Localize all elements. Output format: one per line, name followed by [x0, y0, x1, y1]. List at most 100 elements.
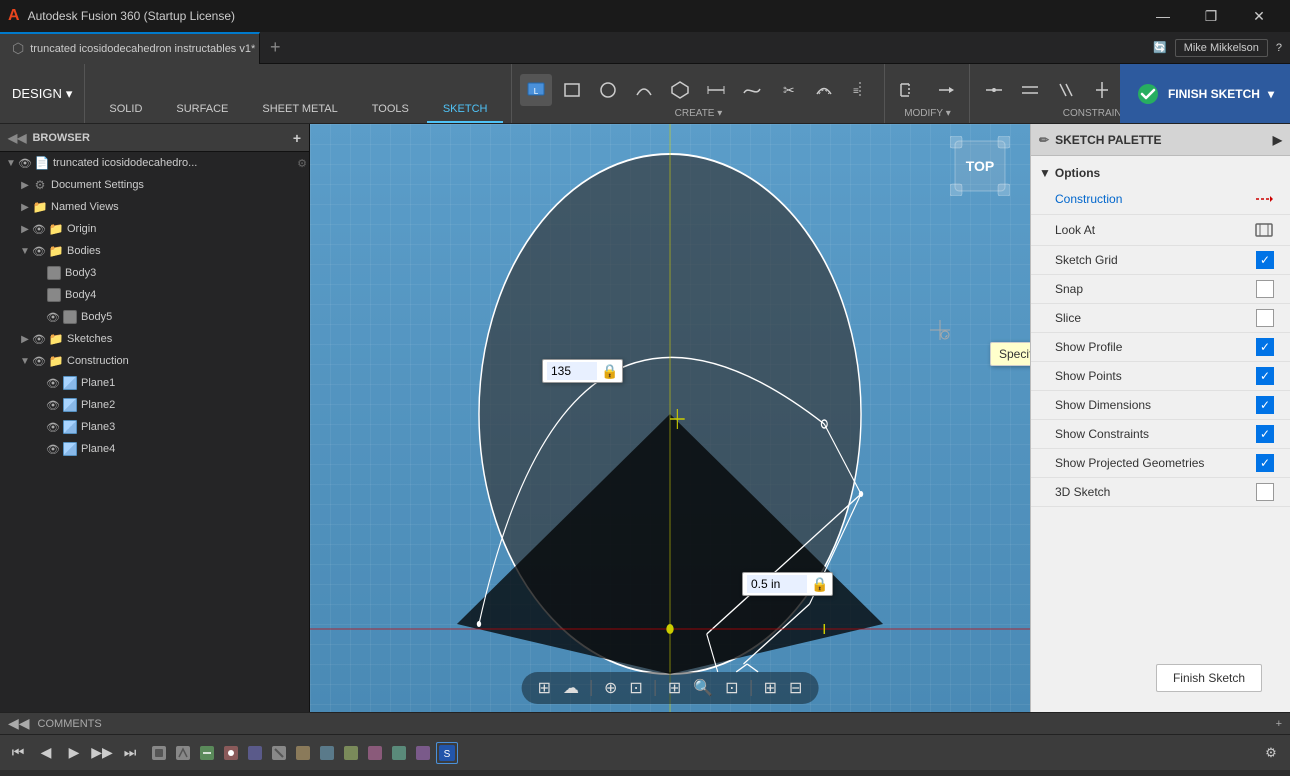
coincident-constraint[interactable] [978, 74, 1010, 106]
timeline-play[interactable]: ▶ [64, 743, 84, 763]
show-profile-checkbox[interactable]: ✓ [1256, 338, 1274, 356]
show-constraints-checkbox[interactable]: ✓ [1256, 425, 1274, 443]
show-dimensions-checkbox[interactable]: ✓ [1256, 396, 1274, 414]
timeline-skip-end[interactable]: ⏭ [120, 743, 140, 763]
tree-toggle-sketches[interactable]: ▶ [18, 334, 32, 345]
length-input-popup[interactable]: 🔒 [742, 572, 833, 596]
angle-input[interactable] [547, 362, 597, 380]
angle-input-popup[interactable]: 🔒 [542, 359, 623, 383]
parallel-constraint[interactable] [1050, 74, 1082, 106]
tree-item-plane4[interactable]: 👁 Plane4 [0, 438, 309, 460]
comments-expand[interactable]: ◀◀ [8, 715, 30, 732]
eye-sketches[interactable]: 👁 [32, 333, 46, 346]
tree-toggle-root[interactable]: ▼ [4, 158, 18, 169]
length-input[interactable] [747, 575, 807, 593]
history-item-8[interactable] [316, 742, 338, 764]
update-icon[interactable]: 🔄 [1153, 41, 1167, 54]
timeline-prev[interactable]: ◀ [36, 743, 56, 763]
new-tab-button[interactable]: + [260, 37, 291, 58]
tree-item-root[interactable]: ▼ 👁 📄 truncated icosidodecahedro... ⚙ [0, 152, 309, 174]
minimize-button[interactable]: — [1140, 0, 1186, 32]
tree-toggle-named-views[interactable]: ▶ [18, 202, 32, 213]
nav-pan[interactable]: ⊡ [721, 676, 742, 700]
tree-item-plane3[interactable]: 👁 Plane3 [0, 416, 309, 438]
tab-surface[interactable]: SURFACE [160, 99, 244, 123]
trim-tool[interactable]: ✂ [772, 74, 804, 106]
spline-tool[interactable] [736, 74, 768, 106]
palette-section-toggle[interactable]: ▼ Options [1031, 162, 1290, 184]
eye-plane1[interactable]: 👁 [46, 377, 60, 390]
history-item-4[interactable] [220, 742, 242, 764]
tree-item-named-views[interactable]: ▶ 📁 Named Views [0, 196, 309, 218]
3d-sketch-checkbox[interactable] [1256, 483, 1274, 501]
tab-tools[interactable]: TOOLS [356, 99, 425, 123]
fillet-tool[interactable] [893, 74, 925, 106]
offset-tool[interactable] [808, 74, 840, 106]
tree-item-body3[interactable]: Body3 [0, 262, 309, 284]
dimension-tool[interactable] [700, 74, 732, 106]
nav-look[interactable]: ⊡ [625, 676, 646, 700]
history-item-1[interactable] [148, 742, 170, 764]
tree-item-body5[interactable]: 👁 Body5 [0, 306, 309, 328]
extend-tool[interactable] [929, 74, 961, 106]
tab-solid[interactable]: SOLID [93, 99, 158, 123]
history-item-2[interactable] [172, 742, 194, 764]
tree-item-body4[interactable]: Body4 [0, 284, 309, 306]
nav-fit[interactable]: ☁ [559, 676, 583, 700]
tree-item-plane1[interactable]: 👁 Plane1 [0, 372, 309, 394]
tree-toggle-bodies[interactable]: ▼ [18, 246, 32, 257]
eye-root[interactable]: 👁 [18, 157, 32, 170]
nav-display[interactable]: ⊞ [760, 676, 781, 700]
eye-construction[interactable]: 👁 [32, 355, 46, 368]
eye-body5[interactable]: 👁 [46, 311, 60, 324]
browser-collapse-icon[interactable]: ◀◀ [8, 131, 26, 145]
nav-zoom[interactable]: 🔍 [689, 676, 717, 700]
tab-sheet-metal[interactable]: SHEET METAL [246, 99, 353, 123]
timeline-skip-start[interactable]: ⏮ [8, 743, 28, 763]
eye-plane4[interactable]: 👁 [46, 443, 60, 456]
finish-sketch-palette-button[interactable]: Finish Sketch [1156, 664, 1262, 692]
circle-tool[interactable] [592, 74, 624, 106]
line-tool[interactable]: L [520, 74, 552, 106]
sketch-grid-checkbox[interactable]: ✓ [1256, 251, 1274, 269]
view-cube[interactable]: TOP [950, 136, 1010, 196]
tree-item-construction[interactable]: ▼ 👁 📁 Construction [0, 350, 309, 372]
tree-item-bodies[interactable]: ▼ 👁 📁 Bodies [0, 240, 309, 262]
show-projected-checkbox[interactable]: ✓ [1256, 454, 1274, 472]
finish-sketch-toolbar-button[interactable]: FINISH SKETCH ▾ [1120, 64, 1290, 123]
collinear-constraint[interactable] [1014, 74, 1046, 106]
construction-icon-btn[interactable] [1254, 189, 1274, 209]
restore-button[interactable]: ❐ [1188, 0, 1234, 32]
sketch-marker[interactable]: S [436, 742, 458, 764]
history-item-12[interactable] [412, 742, 434, 764]
history-item-3[interactable] [196, 742, 218, 764]
tree-item-sketches[interactable]: ▶ 👁 📁 Sketches [0, 328, 309, 350]
nav-home[interactable]: ⊞ [534, 676, 555, 700]
active-tab[interactable]: ⬡ truncated icosidodecahedron instructab… [0, 32, 260, 64]
tree-item-plane2[interactable]: 👁 Plane2 [0, 394, 309, 416]
nav-zoom-fit[interactable]: ⊞ [664, 676, 685, 700]
perpendicular-constraint[interactable] [1086, 74, 1118, 106]
arc-tool[interactable] [628, 74, 660, 106]
settings-icon-root[interactable]: ⚙ [295, 157, 309, 170]
eye-bodies[interactable]: 👁 [32, 245, 46, 258]
help-icon[interactable]: ? [1276, 42, 1282, 54]
slice-checkbox[interactable] [1256, 309, 1274, 327]
tree-item-doc-settings[interactable]: ▶ ⚙ Document Settings [0, 174, 309, 196]
look-at-icon-btn[interactable] [1254, 220, 1274, 240]
close-button[interactable]: ✕ [1236, 0, 1282, 32]
nav-orbit[interactable]: ⊕ [600, 676, 621, 700]
timeline-settings[interactable]: ⚙ [1260, 742, 1282, 764]
nav-grid-toggle[interactable]: ⊟ [785, 676, 806, 700]
design-menu-button[interactable]: DESIGN ▾ [0, 64, 85, 123]
mirror-tool[interactable]: ≡ [844, 74, 876, 106]
user-button[interactable]: Mike Mikkelson [1175, 39, 1268, 57]
palette-arrow[interactable]: ▶ [1273, 133, 1282, 147]
tab-sketch[interactable]: SKETCH [427, 99, 504, 123]
history-item-11[interactable] [388, 742, 410, 764]
history-item-5[interactable] [244, 742, 266, 764]
history-item-6[interactable] [268, 742, 290, 764]
browser-expand-icon[interactable]: + [293, 130, 301, 146]
snap-checkbox[interactable] [1256, 280, 1274, 298]
history-item-7[interactable] [292, 742, 314, 764]
